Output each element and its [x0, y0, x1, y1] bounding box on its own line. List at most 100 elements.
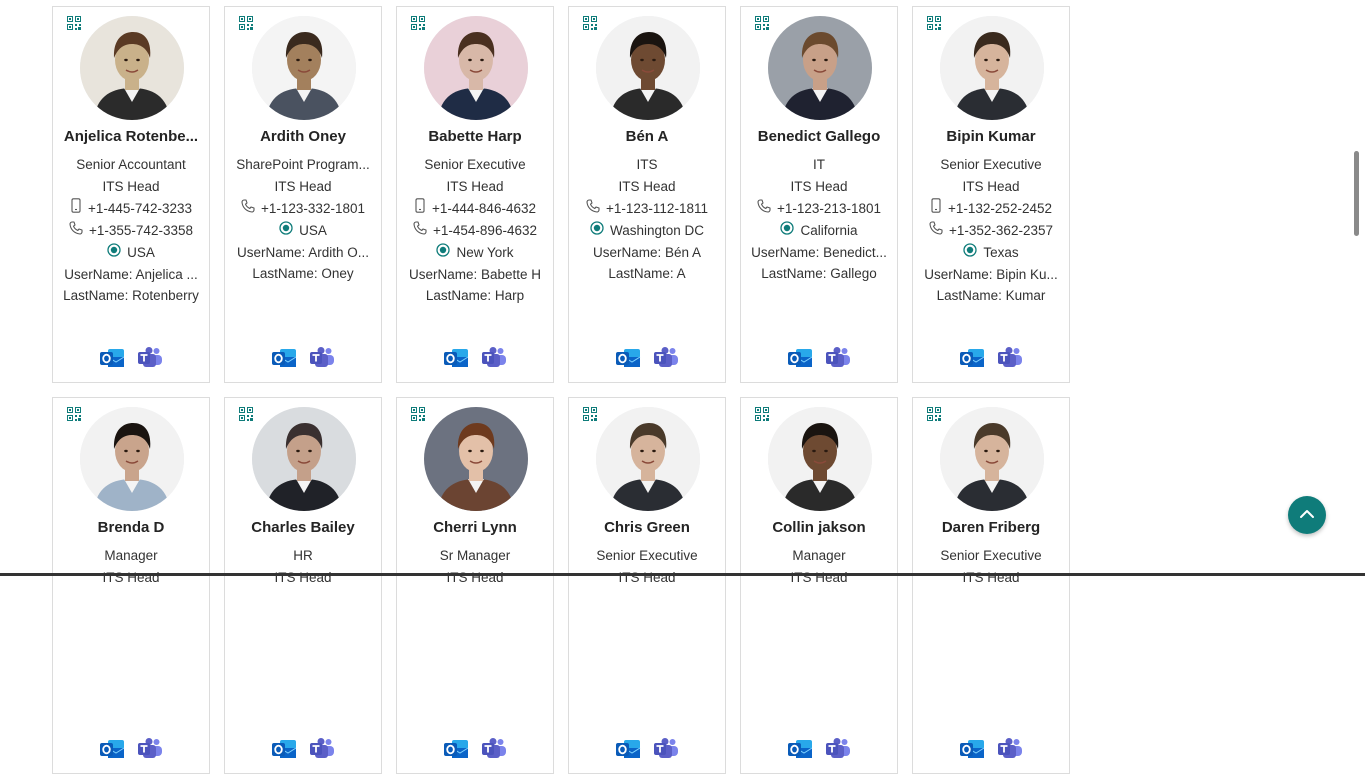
phone-number[interactable]: +1-123-332-1801 [229, 198, 377, 220]
qr-code-icon[interactable] [239, 407, 253, 421]
department: ITS Head [274, 179, 332, 194]
qr-code-icon[interactable] [927, 407, 941, 421]
qr-code-icon[interactable] [927, 16, 941, 30]
qr-code-icon[interactable] [67, 16, 81, 30]
teams-icon[interactable] [997, 346, 1023, 370]
person-name[interactable]: Ardith Oney [231, 128, 375, 145]
outlook-icon[interactable] [615, 737, 641, 761]
phone-number-text: +1-355-742-3358 [89, 223, 193, 238]
phone-number[interactable]: +1-454-896-4632 [401, 220, 549, 242]
qr-code-icon[interactable] [239, 16, 253, 30]
outlook-icon[interactable] [787, 346, 813, 370]
qr-code-icon[interactable] [411, 16, 425, 30]
teams-icon[interactable] [825, 346, 851, 370]
mobile-number[interactable]: +1-132-252-2452 [917, 198, 1065, 220]
qr-code-icon[interactable] [411, 407, 425, 421]
outlook-icon[interactable] [271, 737, 297, 761]
contact-actions [569, 737, 725, 761]
contact-actions [225, 737, 381, 761]
person-name[interactable]: Daren Friberg [919, 519, 1063, 536]
person-name[interactable]: Brenda D [59, 519, 203, 536]
avatar [768, 407, 872, 511]
teams-icon[interactable] [309, 346, 335, 370]
phone-number[interactable]: +1-123-213-1801 [745, 198, 893, 220]
mobile-number-text: +1-445-742-3233 [88, 201, 192, 216]
job-title: Sr Manager [439, 548, 511, 563]
username: UserName: Babette H [408, 267, 542, 282]
teams-icon[interactable] [137, 346, 163, 370]
outlook-icon[interactable] [615, 346, 641, 370]
avatar [768, 16, 872, 120]
outlook-icon[interactable] [271, 346, 297, 370]
qr-code-icon[interactable] [67, 407, 81, 421]
outlook-icon[interactable] [959, 346, 985, 370]
person-name[interactable]: Babette Harp [403, 128, 547, 145]
outlook-icon[interactable] [787, 737, 813, 761]
profile-card[interactable]: Benedict Gallego IT ITS Head +1-123-213-180… [740, 6, 898, 383]
lastname: LastName: Oney [252, 266, 354, 281]
qr-code-icon[interactable] [755, 407, 769, 421]
teams-icon[interactable] [481, 737, 507, 761]
outlook-icon[interactable] [99, 737, 125, 761]
username: UserName: Bipin Ku... [924, 267, 1058, 282]
profile-card[interactable]: Charles Bailey HR ITS Head [224, 397, 382, 774]
lastname: LastName: Gallego [761, 266, 877, 281]
phone-number[interactable]: +1-123-112-1811 [573, 198, 721, 220]
profile-card[interactable]: Ardith Oney SharePoint Program... ITS Head… [224, 6, 382, 383]
qr-code-icon[interactable] [583, 407, 597, 421]
profile-card[interactable]: Collin jakson Manager ITS Head [740, 397, 898, 774]
profile-card[interactable]: Brenda D Manager ITS Head [52, 397, 210, 774]
mobile-phone-icon [930, 198, 942, 220]
contact-actions [741, 346, 897, 370]
person-name[interactable]: Chris Green [575, 519, 719, 536]
teams-icon[interactable] [653, 737, 679, 761]
lastname: LastName: Harp [425, 288, 525, 303]
outlook-icon[interactable] [959, 737, 985, 761]
outlook-icon[interactable] [99, 346, 125, 370]
teams-icon[interactable] [997, 737, 1023, 761]
qr-code-icon[interactable] [755, 16, 769, 30]
profile-details: HR ITS Head [229, 545, 377, 589]
scroll-to-top-button[interactable] [1288, 496, 1326, 534]
phone-number[interactable]: +1-352-362-2357 [917, 220, 1065, 242]
contact-actions [569, 346, 725, 370]
mobile-number[interactable]: +1-445-742-3233 [57, 198, 205, 220]
location-text: California [800, 223, 858, 238]
profile-card[interactable]: Chris Green Senior Executive ITS Head [568, 397, 726, 774]
profile-card[interactable]: Bipin Kumar Senior Executive ITS Head +1-13… [912, 6, 1070, 383]
outlook-icon[interactable] [443, 346, 469, 370]
username: UserName: Ardith O... [236, 245, 370, 260]
profile-card[interactable]: Daren Friberg Senior Executive ITS Head [912, 397, 1070, 774]
person-name[interactable]: Cherri Lynn [403, 519, 547, 536]
department: ITS Head [618, 570, 676, 585]
job-title: Senior Executive [424, 157, 526, 172]
profile-details: SharePoint Program... ITS Head +1-123-332-… [229, 154, 377, 284]
person-name[interactable]: Charles Bailey [231, 519, 375, 536]
teams-icon[interactable] [481, 346, 507, 370]
location: USA [229, 220, 377, 242]
profile-card[interactable]: Anjelica Rotenbe... Senior Accountant ITS … [52, 6, 210, 383]
scrollbar-thumb[interactable] [1354, 151, 1359, 236]
person-name[interactable]: Anjelica Rotenbe... [59, 128, 203, 145]
phone-number[interactable]: +1-355-742-3358 [57, 220, 205, 242]
vertical-scrollbar[interactable] [1350, 0, 1365, 576]
teams-icon[interactable] [653, 346, 679, 370]
person-name[interactable]: Benedict Gallego [747, 128, 891, 145]
mobile-number-text: +1-444-846-4632 [432, 201, 536, 216]
qr-code-icon[interactable] [583, 16, 597, 30]
profile-card[interactable]: Cherri Lynn Sr Manager ITS Head [396, 397, 554, 774]
job-title: Senior Executive [940, 548, 1042, 563]
outlook-icon[interactable] [443, 737, 469, 761]
teams-icon[interactable] [825, 737, 851, 761]
person-name[interactable]: Bén A [575, 128, 719, 145]
person-name[interactable]: Bipin Kumar [919, 128, 1063, 145]
department: ITS Head [102, 570, 160, 585]
profile-card[interactable]: Babette Harp Senior Executive ITS Head +1-4… [396, 6, 554, 383]
person-name[interactable]: Collin jakson [747, 519, 891, 536]
phone-number-text: +1-454-896-4632 [433, 223, 537, 238]
teams-icon[interactable] [309, 737, 335, 761]
profile-card[interactable]: Bén A ITS ITS Head +1-123-112-1811 Washingto… [568, 6, 726, 383]
department: ITS Head [102, 179, 160, 194]
mobile-number[interactable]: +1-444-846-4632 [401, 198, 549, 220]
teams-icon[interactable] [137, 737, 163, 761]
